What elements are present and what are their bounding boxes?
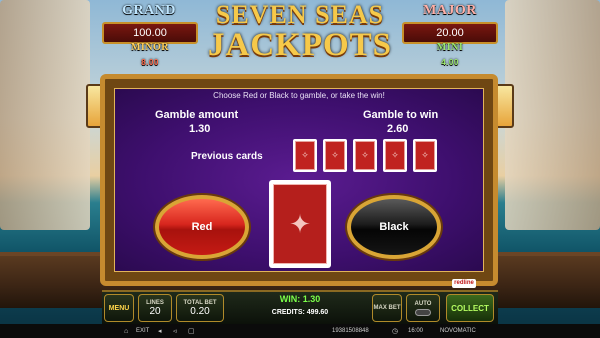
previous-card-5: ✧ (413, 139, 437, 172)
gamble-to-win-label: Gamble to win (363, 109, 439, 121)
lines-value: 20 (149, 305, 161, 317)
black-button[interactable]: Black (347, 195, 441, 259)
provider-badge-label: redline (454, 280, 474, 286)
lines-display[interactable]: LINES 20 (138, 294, 172, 322)
credits-text: CREDITS: 499.60 (271, 309, 329, 316)
gamble-instruction: Choose Red or Black to gamble, or take t… (213, 91, 385, 100)
auto-label: AUTO (414, 300, 432, 307)
jackpot-mini-label: MINI (436, 42, 464, 53)
clock-time: 16:00 (408, 328, 424, 334)
previous-card-2: ✧ (323, 139, 347, 172)
red-button-label: Red (191, 221, 213, 233)
collect-button[interactable]: COLLECT (446, 294, 494, 322)
max-bet-button[interactable]: MAX BET (372, 294, 402, 322)
fullscreen-icon[interactable]: ▢ (188, 327, 195, 335)
right-sail (505, 0, 600, 230)
previous-card-1: ✧ (293, 139, 317, 172)
status-bar: ⌂ EXIT ◂ ◃ ▢ 19381508848 ◷ 16:00 NOVOMAT… (0, 324, 600, 338)
total-bet-display[interactable]: TOTAL BET 0.20 (176, 294, 224, 322)
gamble-to-win-value: 2.60 (387, 123, 409, 135)
menu-button[interactable]: MENU (104, 294, 134, 322)
card-back-icon: ✧ (325, 141, 345, 170)
previous-card-3: ✧ (353, 139, 377, 172)
auto-button[interactable]: AUTO (406, 294, 440, 322)
previous-cards-label: Previous cards (191, 151, 263, 162)
current-card: ✦ (269, 180, 331, 268)
black-button-label: Black (379, 221, 409, 233)
control-bar: MENU LINES 20 TOTAL BET 0.20 WIN: 1.30 C… (102, 290, 498, 324)
left-sail (0, 0, 90, 230)
card-back-icon: ✧ (295, 141, 315, 170)
jackpot-grand-label: GRAND (122, 3, 176, 18)
logo-line-2: JACKPOTS (207, 27, 393, 63)
jackpot-grand-value-box: 100.00 (102, 22, 198, 44)
gamble-amount-value: 1.30 (189, 123, 211, 135)
jackpot-major-value: 20.00 (436, 27, 464, 39)
jackpot-major-label: MAJOR (423, 3, 477, 18)
jackpot-grand-value: 100.00 (133, 27, 167, 39)
jackpot-minor-value: 8.00 (141, 58, 159, 67)
max-bet-label: MAX BET (373, 305, 401, 311)
win-display: WIN: 1.30 CREDITS: 499.60 (232, 294, 368, 322)
win-text: WIN: 1.30 (279, 294, 321, 304)
exit-link[interactable]: EXIT (136, 328, 149, 334)
game-logo: SEVEN SEAS JACKPOTS (190, 2, 410, 64)
jackpot-major-value-box: 20.00 (402, 22, 498, 44)
compass-card-back-icon: ✦ (273, 184, 327, 264)
logo-line-1: SEVEN SEAS (215, 0, 385, 29)
previous-card-4: ✧ (383, 139, 407, 172)
card-back-icon: ✧ (415, 141, 435, 170)
sound-icon[interactable]: ◂ (158, 327, 162, 335)
menu-button-label: MENU (108, 304, 130, 312)
jackpot-mini-value: 4.00 (441, 58, 459, 67)
auto-toggle-icon (415, 308, 431, 316)
jackpot-minor-label: MINOR (130, 42, 170, 53)
brand-name: NOVOMATIC (440, 328, 476, 334)
total-bet-value: 0.20 (190, 305, 210, 317)
provider-badge: redline (452, 279, 476, 288)
home-icon[interactable]: ⌂ (124, 328, 128, 335)
volume-icon[interactable]: ◃ (173, 327, 177, 335)
card-back-icon: ✧ (385, 141, 405, 170)
collect-label: COLLECT (451, 303, 489, 313)
clock-icon: ◷ (392, 328, 399, 335)
gamble-amount-label: Gamble amount (155, 109, 239, 121)
card-back-icon: ✧ (355, 141, 375, 170)
session-id: 19381508848 (332, 328, 369, 334)
red-button[interactable]: Red (155, 195, 249, 259)
